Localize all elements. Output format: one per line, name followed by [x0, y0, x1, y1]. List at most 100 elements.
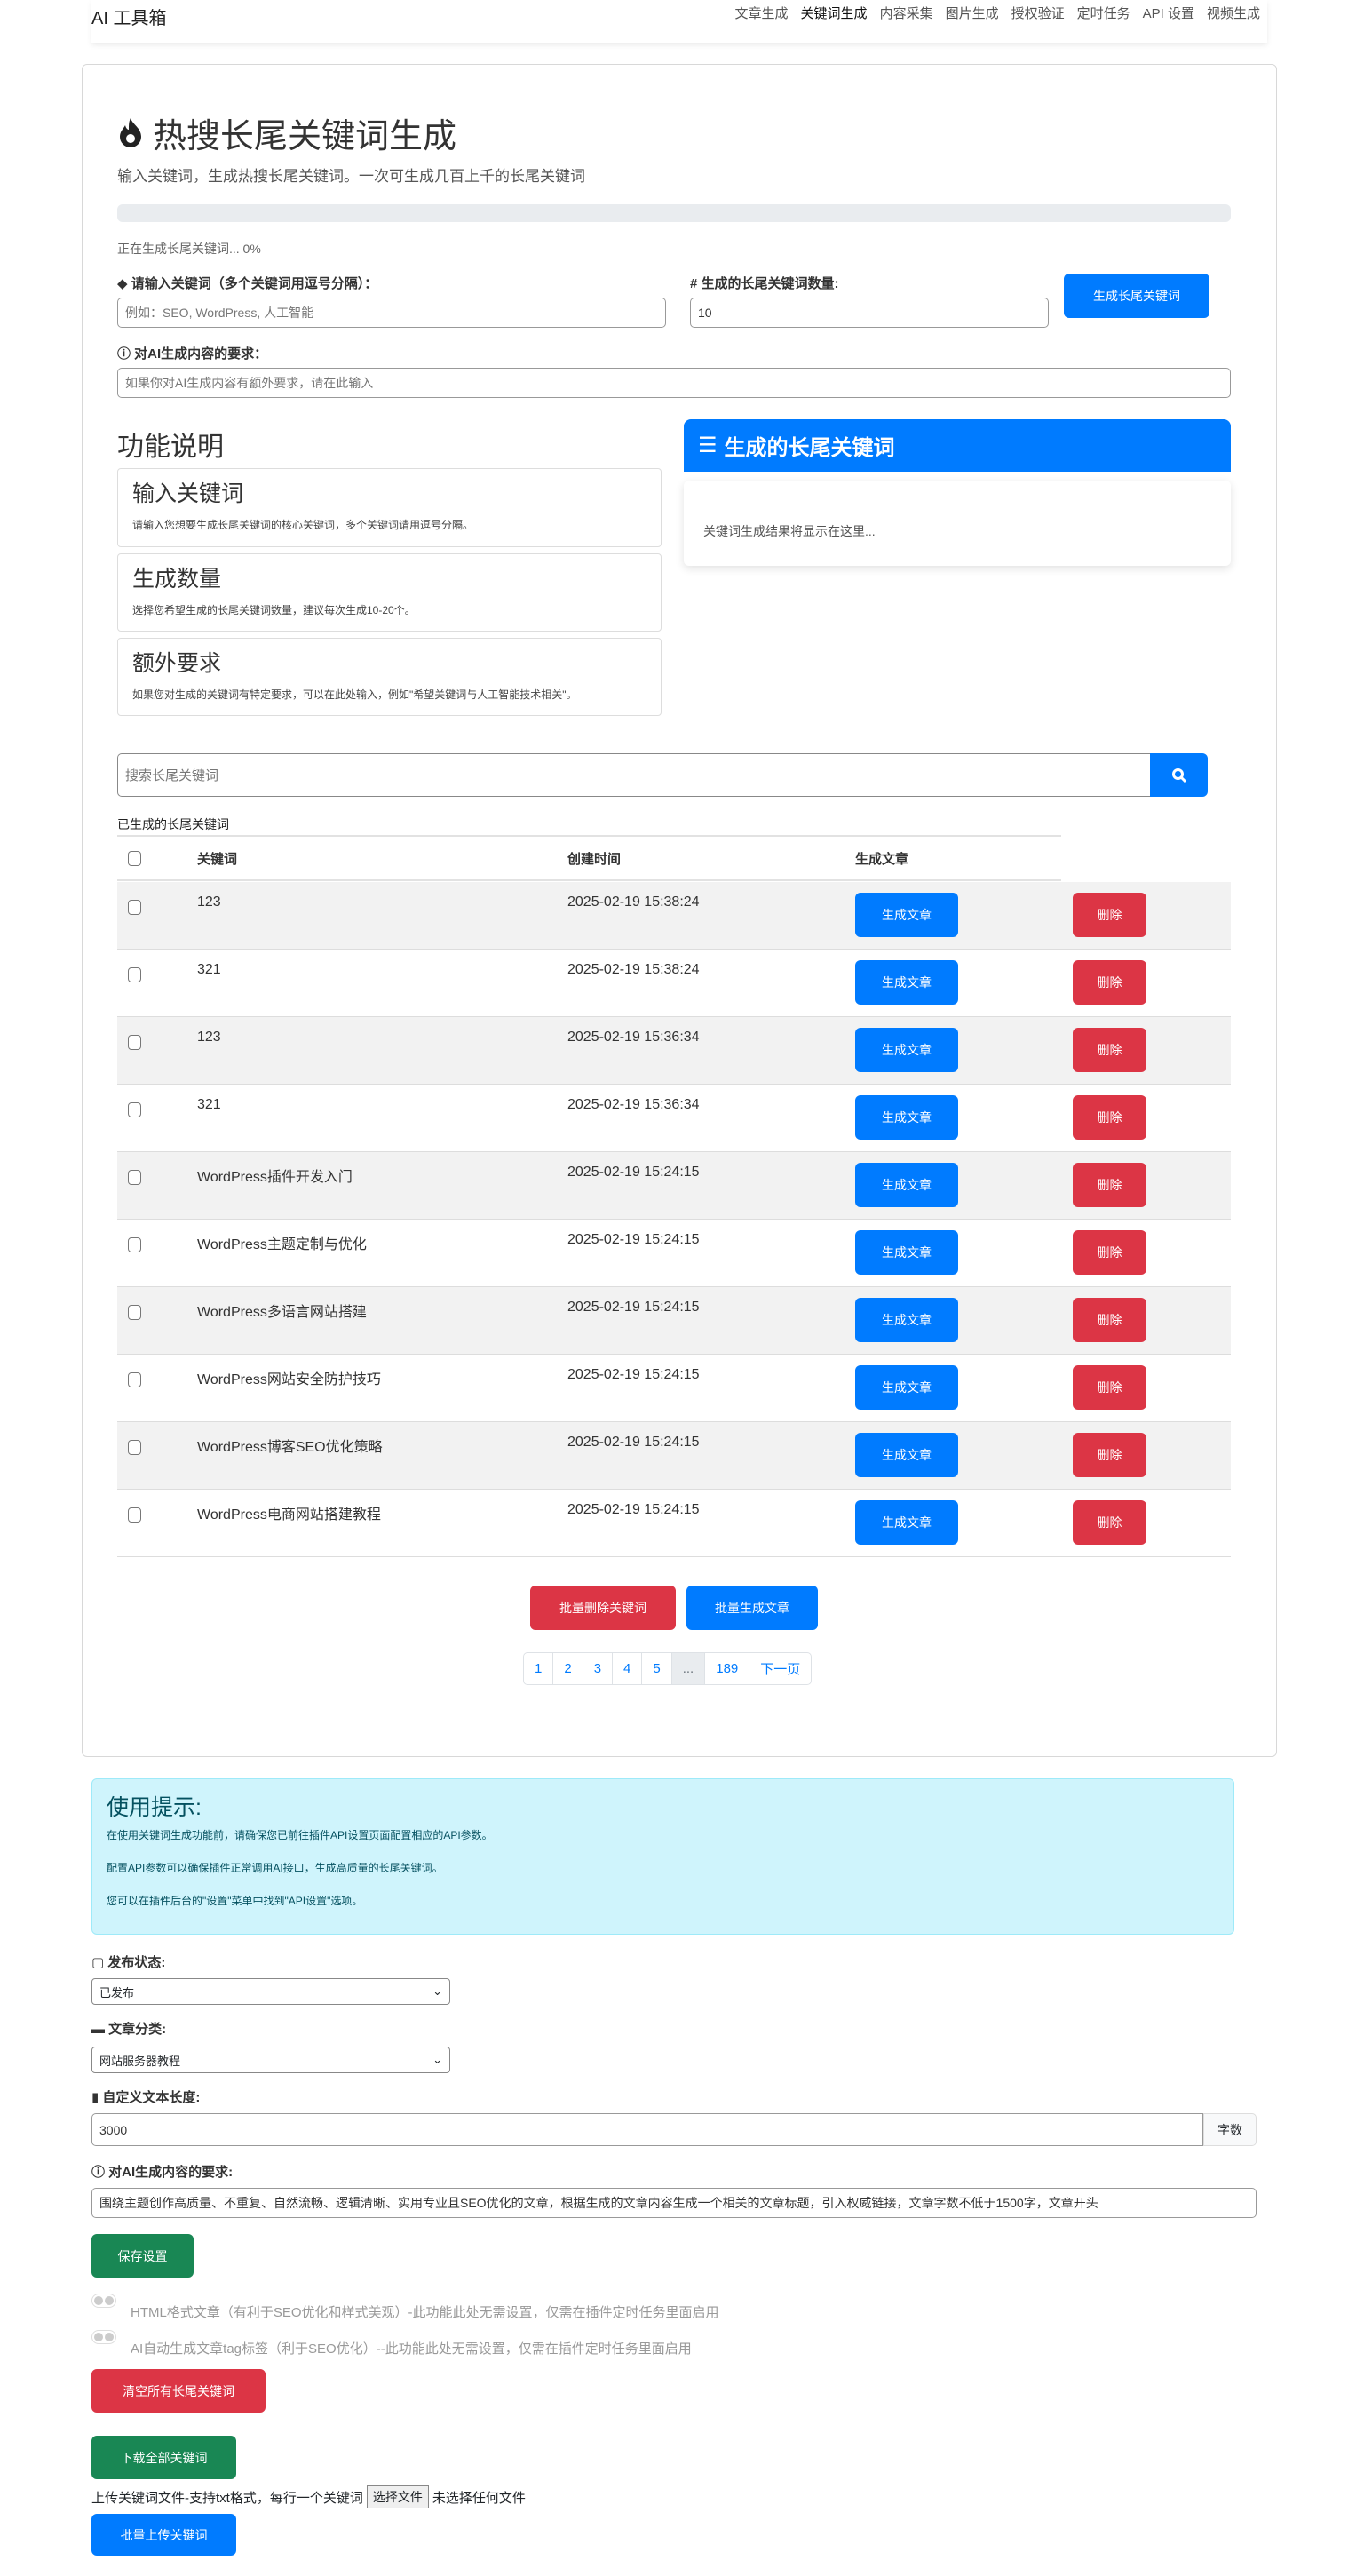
page-link[interactable]: 189: [705, 1653, 750, 1684]
page-link[interactable]: 3: [583, 1653, 614, 1684]
delete-button[interactable]: 删除: [1073, 1298, 1146, 1342]
length-input[interactable]: 3000: [91, 2113, 1203, 2146]
page-link[interactable]: 2: [553, 1653, 583, 1684]
progress-status: 正在生成长尾关键词... 0%: [117, 242, 261, 256]
chevron-down-icon: ⌄: [432, 1984, 442, 1998]
results-body: 关键词生成结果将显示在这里...: [684, 481, 1231, 566]
created-cell: 2025-02-19 15:38:24: [567, 962, 700, 977]
generate-article-button[interactable]: 生成文章: [855, 893, 958, 937]
tips-title: 使用提示:: [107, 1795, 202, 1820]
table-row: 123 2025-02-19 15:38:24 生成文章 删除: [117, 882, 1231, 950]
table-caption: 已生成的长尾关键词: [117, 817, 229, 831]
generate-article-button[interactable]: 生成文章: [855, 1500, 958, 1545]
nav-item[interactable]: 内容采集: [880, 4, 933, 22]
generate-article-button[interactable]: 生成文章: [855, 1095, 958, 1140]
row-checkbox[interactable]: [128, 1507, 141, 1523]
generate-article-button[interactable]: 生成文章: [855, 1163, 958, 1207]
search-input[interactable]: 搜索长尾关键词: [117, 753, 1150, 797]
tag-toggle[interactable]: [91, 2330, 116, 2344]
row-checkbox[interactable]: [128, 967, 141, 982]
choose-file-button[interactable]: 选择文件: [366, 2485, 429, 2508]
created-cell: 2025-02-19 15:24:15: [567, 1502, 700, 1517]
batch-upload-button[interactable]: 批量上传关键词: [91, 2514, 236, 2556]
keyword-input[interactable]: 例如：SEO, WordPress, 人工智能: [117, 298, 666, 328]
page-link[interactable]: 下一页: [749, 1653, 811, 1684]
keyword-cell: WordPress多语言网站搭建: [197, 1305, 367, 1320]
bulk-generate-button[interactable]: 批量生成文章: [686, 1586, 818, 1630]
nav-item[interactable]: API 设置: [1143, 4, 1194, 22]
status-label: ▢ 发布状态:: [91, 1955, 166, 1970]
page-link[interactable]: 4: [613, 1653, 643, 1684]
created-cell: 2025-02-19 15:38:24: [567, 894, 700, 910]
brand[interactable]: AI 工具箱: [91, 4, 166, 29]
row-checkbox[interactable]: [128, 1237, 141, 1252]
delete-button[interactable]: 删除: [1073, 1230, 1146, 1275]
ai-requirement-label: ⓘ 对AI生成内容的要求：: [117, 346, 268, 362]
generate-article-button[interactable]: 生成文章: [855, 1298, 958, 1342]
delete-button[interactable]: 删除: [1073, 893, 1146, 937]
delete-button[interactable]: 删除: [1073, 1163, 1146, 1207]
table-row: WordPress多语言网站搭建 2025-02-19 15:24:15 生成文…: [117, 1287, 1231, 1355]
generate-article-button[interactable]: 生成文章: [855, 960, 958, 1005]
delete-button[interactable]: 删除: [1073, 1365, 1146, 1410]
row-checkbox[interactable]: [128, 1035, 141, 1050]
row-checkbox[interactable]: [128, 900, 141, 915]
select-all-checkbox[interactable]: [128, 851, 141, 866]
save-settings-button[interactable]: 保存设置: [91, 2234, 194, 2278]
delete-button[interactable]: 删除: [1073, 1433, 1146, 1477]
file-icon: ▮: [91, 2090, 103, 2105]
row-checkbox[interactable]: [128, 1372, 141, 1387]
created-cell: 2025-02-19 15:24:15: [567, 1165, 700, 1180]
nav-item[interactable]: 图片生成: [946, 4, 999, 22]
nav-item[interactable]: 视频生成: [1207, 4, 1260, 22]
nav-item[interactable]: 文章生成: [735, 4, 789, 22]
clear-keywords-button[interactable]: 清空所有长尾关键词: [91, 2369, 266, 2413]
keyword-cell: 321: [197, 1097, 221, 1112]
page-link[interactable]: 5: [642, 1653, 672, 1684]
generate-article-button[interactable]: 生成文章: [855, 1028, 958, 1072]
tag-toggle-row: AI自动生成文章tag标签（利于SEO优化）--此功能此处无需设置，仅需在插件定…: [91, 2330, 692, 2357]
nav-item[interactable]: 授权验证: [1011, 4, 1065, 22]
tips-alert: 使用提示: 在使用关键词生成功能前，请确保您已前往插件API设置页面配置相应的A…: [91, 1778, 1234, 1935]
ai-requirement-input[interactable]: 如果你对AI生成内容有额外要求，请在此输入: [117, 368, 1231, 398]
row-checkbox[interactable]: [128, 1440, 141, 1455]
delete-button[interactable]: 删除: [1073, 960, 1146, 1005]
row-checkbox[interactable]: [128, 1102, 141, 1117]
delete-button[interactable]: 删除: [1073, 1500, 1146, 1545]
ai-settings-input[interactable]: 围绕主题创作高质量、不重复、自然流畅、逻辑清晰、实用专业且SEO优化的文章，根据…: [91, 2188, 1257, 2218]
delete-button[interactable]: 删除: [1073, 1028, 1146, 1072]
tip-line: 配置API参数可以确保插件正常调用AI接口，生成高质量的长尾关键词。: [107, 1862, 443, 1874]
search-button[interactable]: [1150, 753, 1208, 797]
generate-keywords-button[interactable]: 生成长尾关键词: [1064, 274, 1209, 318]
nav-item[interactable]: 定时任务: [1077, 4, 1130, 22]
table-row: WordPress插件开发入门 2025-02-19 15:24:15 生成文章…: [117, 1152, 1231, 1220]
generate-article-button[interactable]: 生成文章: [855, 1230, 958, 1275]
page-link[interactable]: 1: [524, 1653, 554, 1684]
count-input[interactable]: 10: [690, 298, 1049, 328]
row-checkbox[interactable]: [128, 1170, 141, 1185]
generate-article-button[interactable]: 生成文章: [855, 1365, 958, 1410]
tip-line: 您可以在插件后台的"设置"菜单中找到"API设置"选项。: [107, 1895, 363, 1907]
results-header: ☰ 生成的长尾关键词: [684, 419, 1231, 472]
page-title-text: 热搜长尾关键词生成: [153, 118, 457, 155]
keyword-cell: WordPress插件开发入门: [197, 1170, 353, 1185]
delete-button[interactable]: 删除: [1073, 1095, 1146, 1140]
navbar: AI 工具箱 文章生成 关键词生成 内容采集 图片生成 授权验证 定时任务 API 设置 视频…: [91, 0, 1267, 43]
bulk-delete-button[interactable]: 批量删除关键词: [530, 1586, 676, 1630]
category-select[interactable]: 网站服务器教程 ⌄: [91, 2047, 450, 2073]
row-checkbox[interactable]: [128, 1305, 141, 1320]
header-generate: 生成文章: [855, 852, 909, 867]
status-select[interactable]: 已发布 ⌄: [91, 1978, 450, 2005]
created-cell: 2025-02-19 15:36:34: [567, 1097, 700, 1112]
download-keywords-button[interactable]: 下载全部关键词: [91, 2436, 236, 2479]
nav-item[interactable]: 关键词生成: [801, 4, 868, 22]
html-toggle[interactable]: [91, 2294, 116, 2308]
feature-card: 生成数量 选择您希望生成的长尾关键词数量，建议每次生成10-20个。: [117, 553, 662, 632]
info-icon: ⓘ: [91, 2165, 109, 2180]
created-cell: 2025-02-19 15:24:15: [567, 1300, 700, 1315]
folder-icon: ▬: [91, 2022, 109, 2037]
generate-article-button[interactable]: 生成文章: [855, 1433, 958, 1477]
created-cell: 2025-02-19 15:24:15: [567, 1232, 700, 1247]
keyword-cell: WordPress主题定制与优化: [197, 1237, 367, 1252]
feature-card: 额外要求 如果您对生成的关键词有特定要求，可以在此处输入，例如"希望关键词与人工智…: [117, 638, 662, 716]
